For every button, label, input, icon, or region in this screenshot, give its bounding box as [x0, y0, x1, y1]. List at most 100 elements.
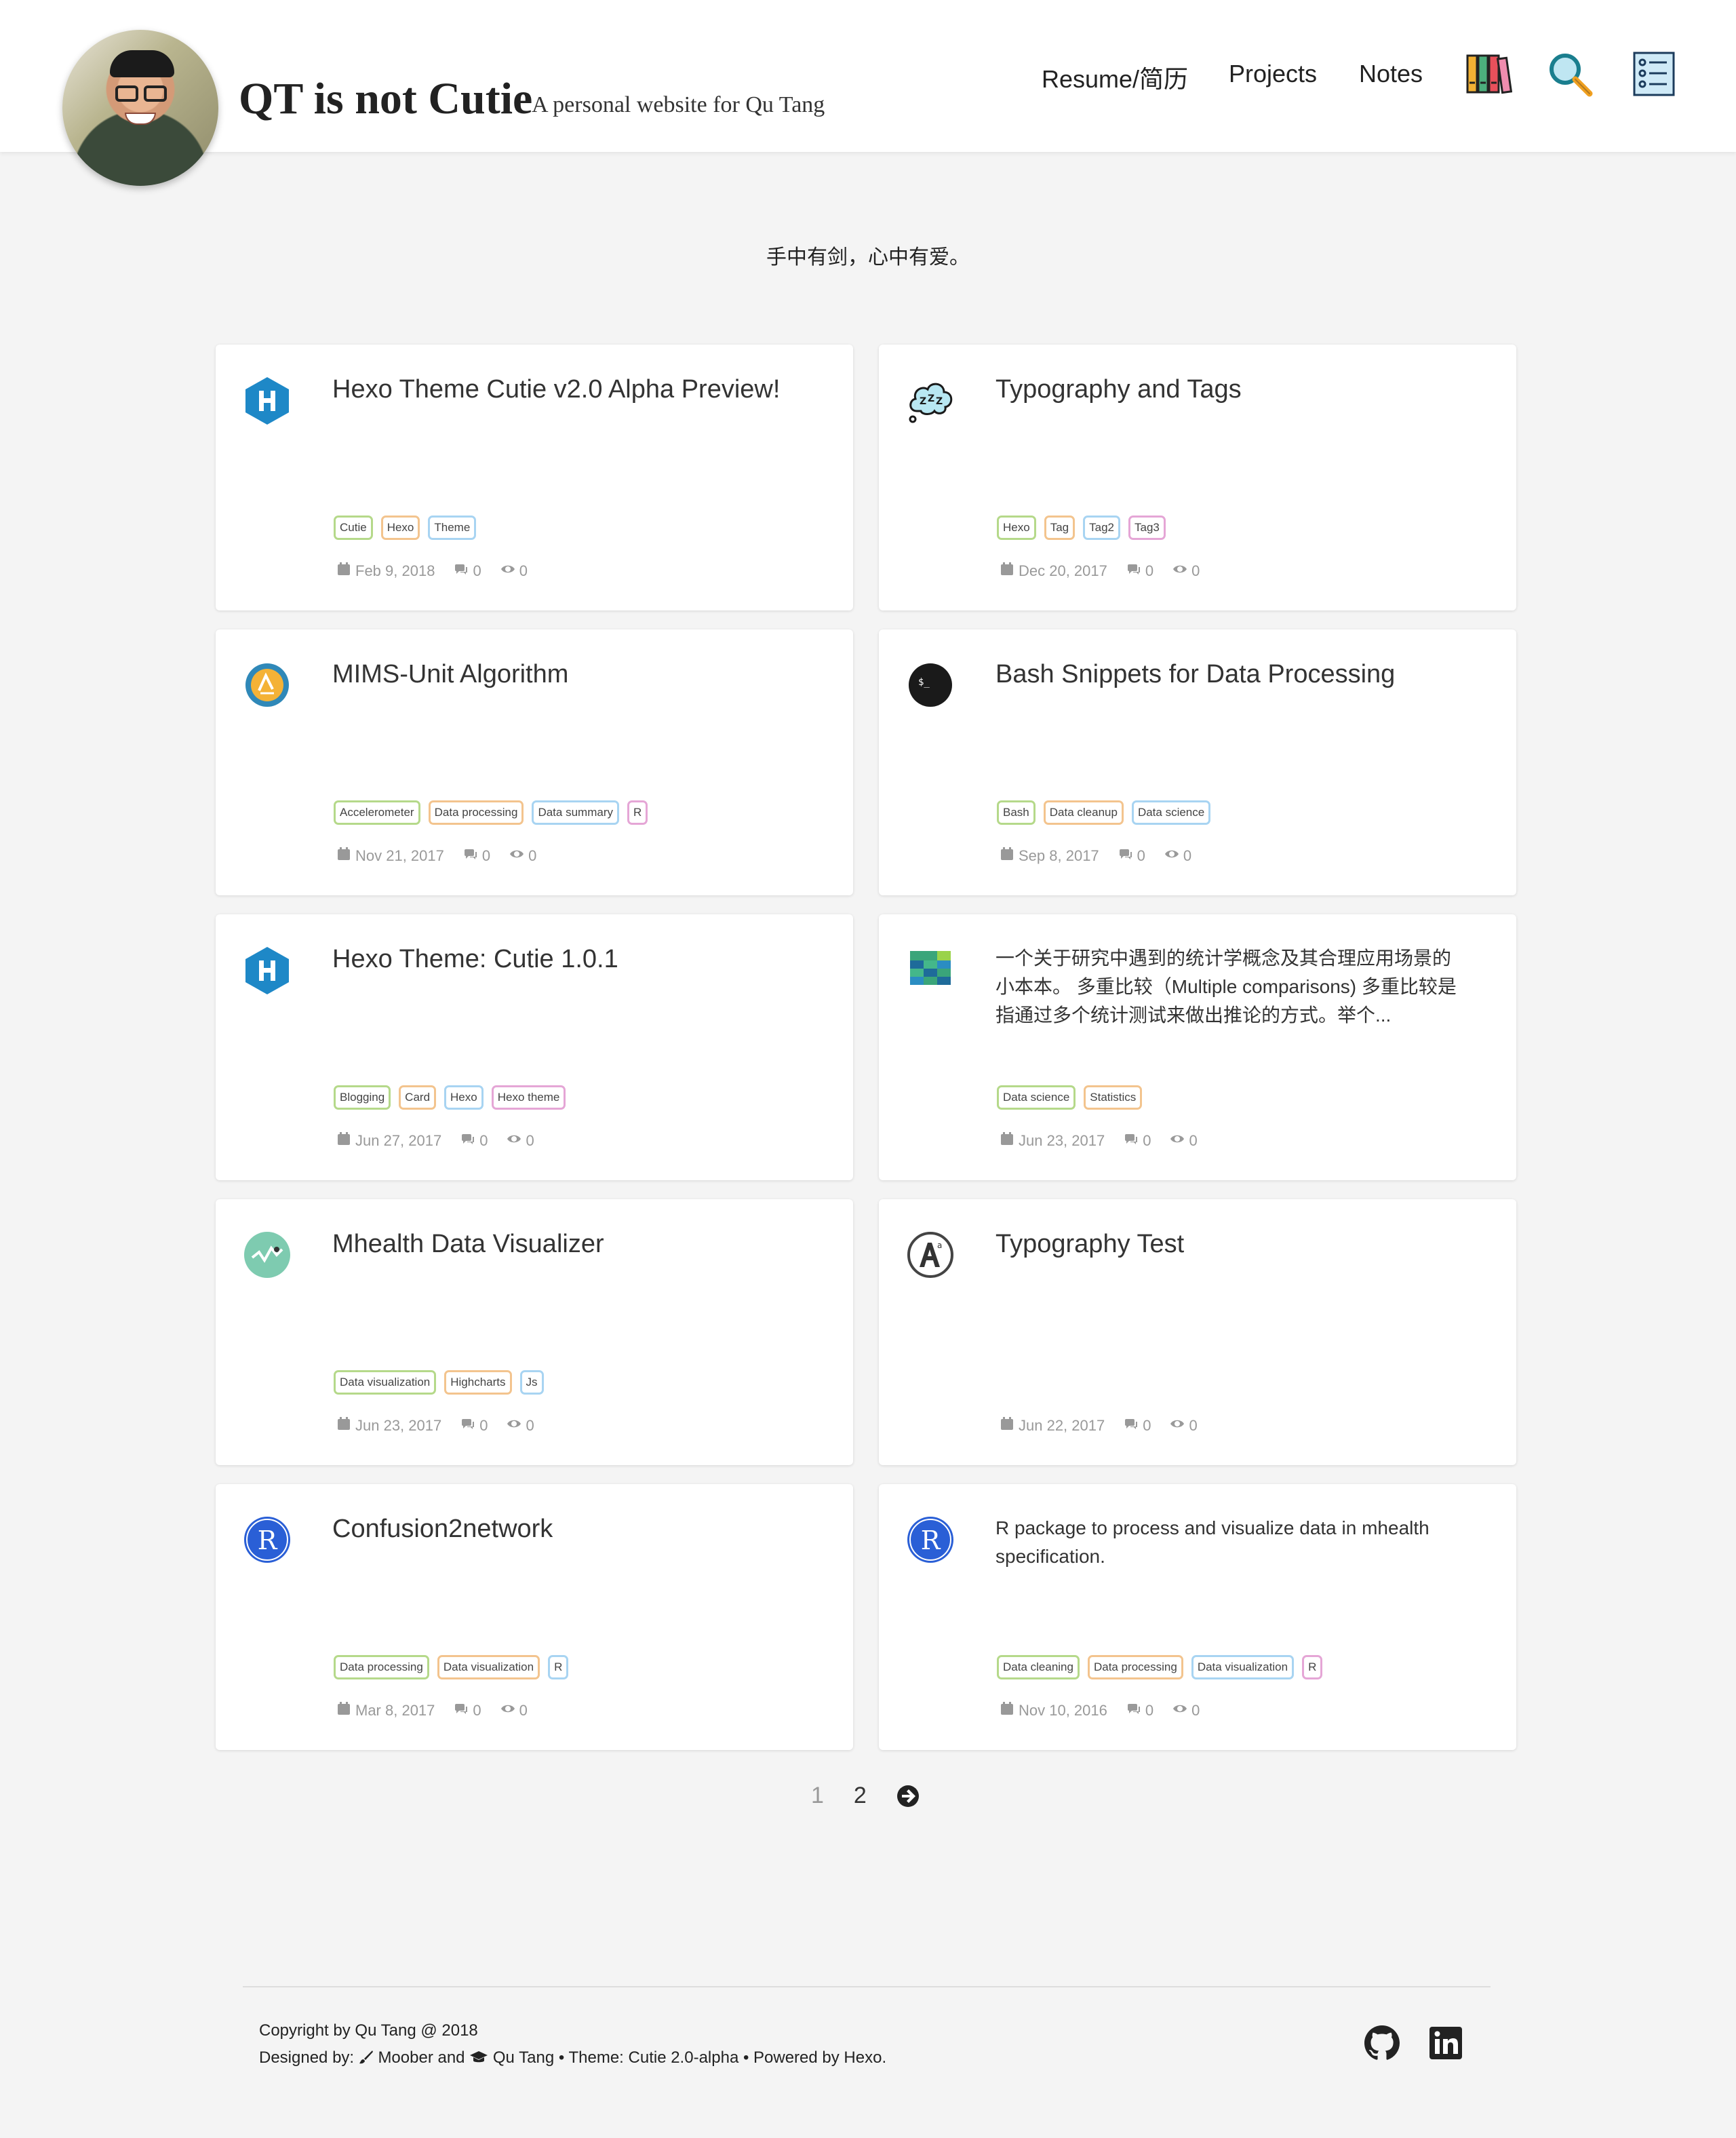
theme-credit[interactable]: • Theme: Cutie 2.0-alpha • Powered by He…: [559, 2048, 886, 2067]
post-title[interactable]: Mhealth Data Visualizer: [332, 1228, 812, 1261]
tag-list: Accelerometer Data processing Data summary…: [334, 800, 648, 825]
post-card[interactable]: a Typography Test Jun 22, 2017 0 0: [879, 1199, 1516, 1465]
post-date: Mar 8, 2017: [355, 1702, 435, 1719]
tag[interactable]: Hexo: [444, 1085, 484, 1110]
post-date: Nov 10, 2016: [1019, 1702, 1107, 1719]
tag[interactable]: Bash: [997, 800, 1035, 825]
post-card[interactable]: Z Z Z Typography and Tags Hexo Tag Tag2 Tag3 Dec…: [879, 345, 1516, 610]
and-text: and: [437, 2048, 465, 2067]
post-card[interactable]: Mhealth Data Visualizer Data visualizatio…: [216, 1199, 853, 1465]
tag[interactable]: Card: [399, 1085, 437, 1110]
nav-resume[interactable]: Resume/简历: [1042, 60, 1188, 95]
post-card[interactable]: 一个关于研究中遇到的统计学概念及其合理应用场景的小本本。 多重比较（Multip…: [879, 914, 1516, 1180]
post-title[interactable]: MIMS-Unit Algorithm: [332, 658, 812, 691]
views-icon: [1170, 1416, 1185, 1435]
post-meta: Jun 23, 2017 0 0: [336, 1416, 547, 1435]
views-icon: [507, 1416, 521, 1435]
tag[interactable]: Tag3: [1128, 516, 1166, 540]
tag[interactable]: Theme: [428, 516, 477, 540]
tag[interactable]: Data science: [997, 1085, 1076, 1110]
views-icon: [1170, 1131, 1185, 1150]
post-title[interactable]: Confusion2network: [332, 1513, 812, 1546]
post-card[interactable]: MIMS-Unit Algorithm Accelerometer Data pro…: [216, 629, 853, 895]
post-card[interactable]: Hexo Theme: Cutie 1.0.1 Blogging Card Hexo H…: [216, 914, 853, 1180]
post-card[interactable]: Hexo Theme Cutie v2.0 Alpha Preview! Cuti…: [216, 345, 853, 610]
post-title[interactable]: Typography and Tags: [995, 373, 1476, 406]
post-card[interactable]: R Confusion2network Data processing Data vi…: [216, 1484, 853, 1750]
tag[interactable]: Js: [519, 1370, 544, 1395]
line-chart-icon: [241, 1229, 293, 1281]
designer-qutang[interactable]: Qu Tang: [493, 2048, 554, 2067]
post-title[interactable]: Bash Snippets for Data Processing: [995, 658, 1476, 691]
comment-count: 0: [479, 1417, 488, 1434]
comments-icon: [1124, 1416, 1139, 1435]
post-date: Feb 9, 2018: [355, 562, 435, 579]
post-date: Jun 23, 2017: [355, 1417, 442, 1434]
post-title[interactable]: Hexo Theme Cutie v2.0 Alpha Preview!: [332, 373, 812, 406]
view-count: 0: [519, 1702, 528, 1719]
list-icon[interactable]: [1630, 50, 1678, 98]
tag[interactable]: Hexo: [380, 516, 420, 540]
tag[interactable]: Data summary: [532, 800, 619, 825]
tag[interactable]: Statistics: [1084, 1085, 1143, 1110]
github-icon[interactable]: [1364, 2025, 1400, 2061]
tag[interactable]: Cutie: [334, 516, 373, 540]
post-date: Jun 22, 2017: [1019, 1417, 1105, 1434]
tag[interactable]: R: [1302, 1655, 1323, 1679]
post-excerpt[interactable]: R package to process and visualize data …: [995, 1514, 1469, 1571]
tag[interactable]: Data visualization: [334, 1370, 437, 1395]
svg-text:$_: $_: [918, 677, 930, 688]
comments-icon: [463, 847, 478, 866]
tag[interactable]: Data cleanup: [1043, 800, 1124, 825]
comment-count: 0: [473, 1702, 481, 1719]
tag[interactable]: Accelerometer: [334, 800, 420, 825]
post-card[interactable]: $_ Bash Snippets for Data Processing Bash D…: [879, 629, 1516, 895]
search-icon[interactable]: [1546, 50, 1594, 98]
post-excerpt[interactable]: 一个关于研究中遇到的统计学概念及其合理应用场景的小本本。 多重比较（Multip…: [995, 944, 1469, 1030]
post-date: Dec 20, 2017: [1019, 562, 1107, 579]
page-1[interactable]: 1: [811, 1783, 824, 1809]
view-count: 0: [528, 847, 537, 864]
comment-count: 0: [479, 1132, 488, 1149]
avatar[interactable]: [62, 30, 218, 186]
tag[interactable]: Data processing: [428, 800, 524, 825]
post-card[interactable]: R R package to process and visualize data…: [879, 1484, 1516, 1750]
calendar-icon: [1000, 1416, 1014, 1435]
motto: 手中有剑，心中有爱。: [766, 246, 970, 269]
post-title[interactable]: Typography Test: [995, 1228, 1476, 1261]
tag-list: Data visualization Highcharts Js: [334, 1370, 544, 1395]
site-title[interactable]: QT is not Cutie: [239, 73, 532, 125]
tag[interactable]: Blogging: [334, 1085, 391, 1110]
tag[interactable]: R: [548, 1655, 569, 1679]
tag[interactable]: Data processing: [1087, 1655, 1183, 1679]
tag[interactable]: Hexo theme: [491, 1085, 566, 1110]
views-icon: [1164, 847, 1179, 866]
views-icon: [507, 1131, 521, 1150]
tag[interactable]: Highcharts: [444, 1370, 512, 1395]
tag[interactable]: Tag: [1044, 516, 1076, 540]
page-2[interactable]: 2: [854, 1783, 867, 1809]
site-header: QT is not Cutie A personal website for Q…: [0, 0, 1736, 186]
view-count: 0: [1189, 1132, 1198, 1149]
tag[interactable]: R: [627, 800, 648, 825]
calendar-icon: [1000, 847, 1014, 866]
comment-count: 0: [1143, 1132, 1151, 1149]
books-icon[interactable]: [1465, 50, 1512, 98]
post-title[interactable]: Hexo Theme: Cutie 1.0.1: [332, 943, 812, 976]
tag[interactable]: Data processing: [334, 1655, 429, 1679]
linkedin-icon[interactable]: [1428, 2025, 1463, 2061]
tag[interactable]: Data science: [1131, 800, 1211, 825]
nav-projects[interactable]: Projects: [1229, 60, 1317, 88]
arrow-right-circle-icon[interactable]: [896, 1785, 920, 1808]
designer-moober[interactable]: Moober: [378, 2048, 433, 2067]
tag[interactable]: Data visualization: [1191, 1655, 1295, 1679]
designed-by-label: Designed by:: [259, 2048, 355, 2067]
tag[interactable]: Data cleaning: [997, 1655, 1080, 1679]
tag[interactable]: Hexo: [997, 516, 1036, 540]
footer-divider: [243, 1986, 1491, 1987]
tag[interactable]: Data visualization: [437, 1655, 540, 1679]
graduation-cap-icon: [470, 2051, 488, 2063]
tag[interactable]: Tag2: [1083, 516, 1120, 540]
nav-notes[interactable]: Notes: [1359, 60, 1423, 88]
view-count: 0: [519, 562, 528, 579]
